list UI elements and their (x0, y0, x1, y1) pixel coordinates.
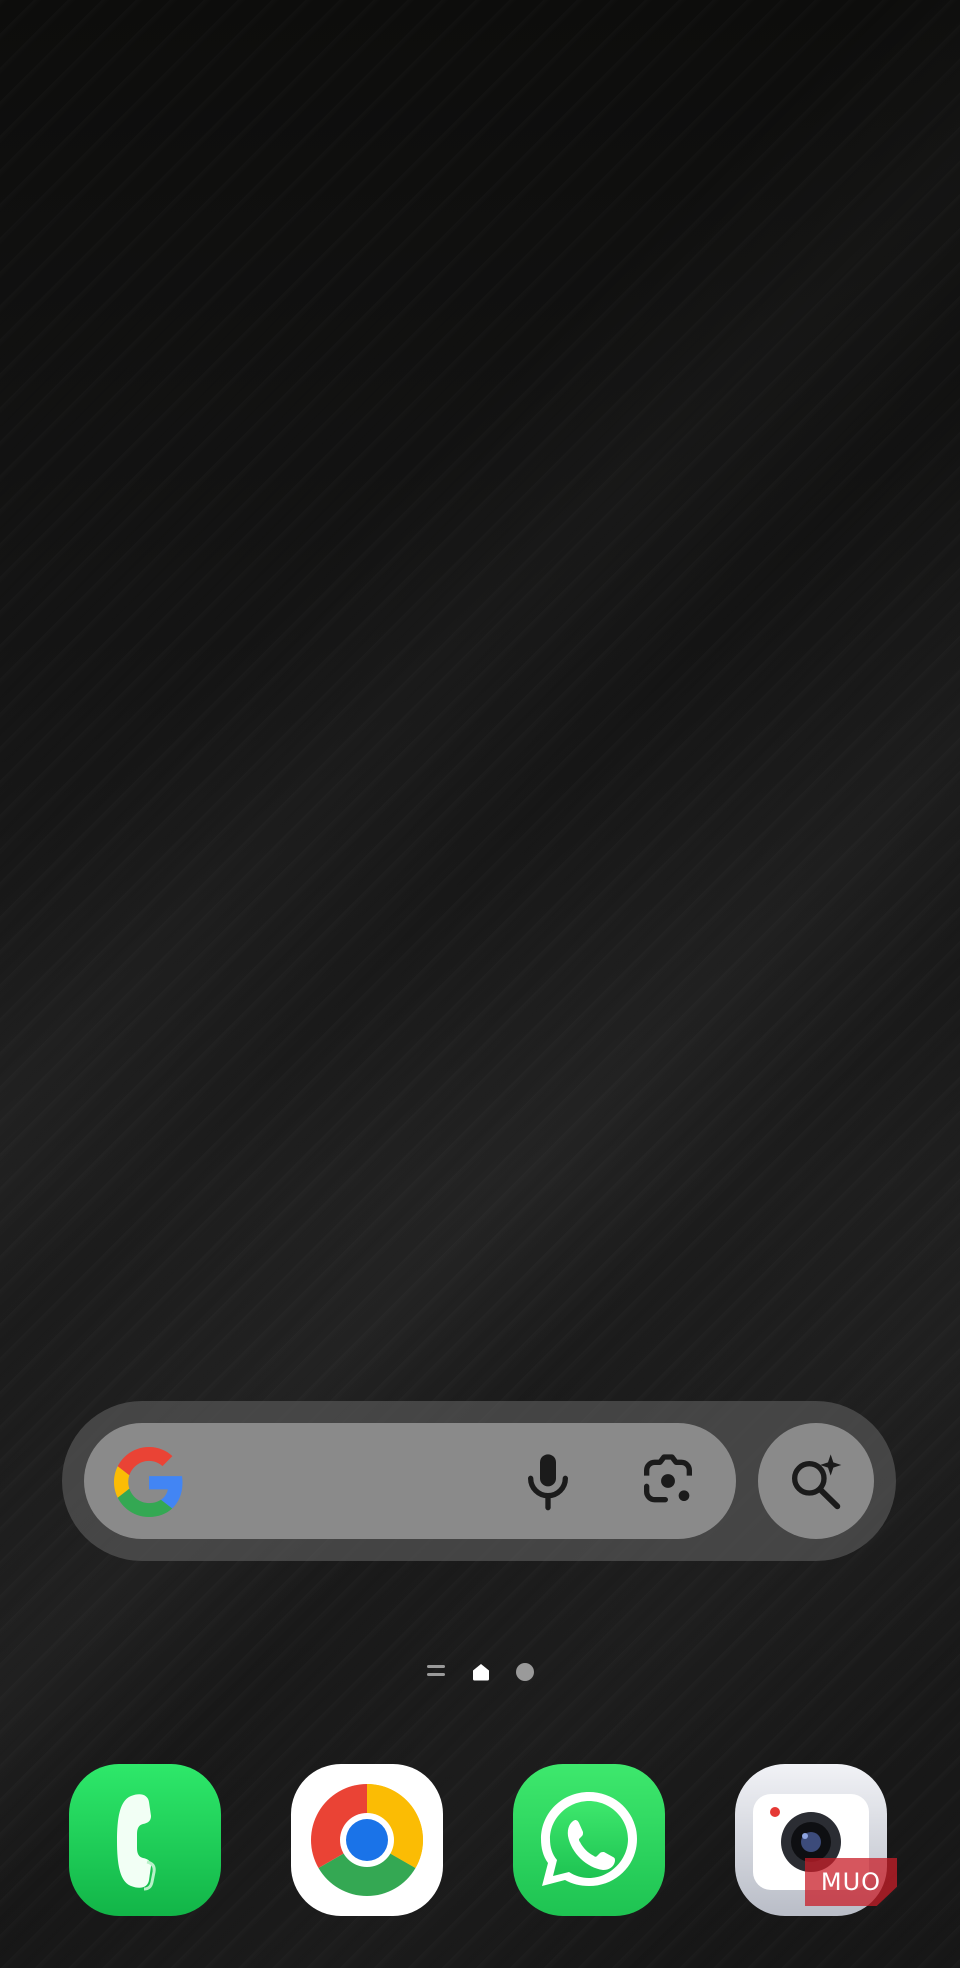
google-g-icon (114, 1447, 183, 1517)
phone-app[interactable] (69, 1764, 221, 1916)
search-bar[interactable] (84, 1423, 736, 1539)
chrome-app[interactable] (291, 1764, 443, 1916)
home-screen: MUO (0, 0, 960, 1968)
whatsapp-icon (513, 1764, 665, 1916)
page-indicator (424, 1660, 536, 1684)
whatsapp-app[interactable] (513, 1764, 665, 1916)
microphone-icon[interactable] (516, 1449, 580, 1513)
phone-icon (69, 1764, 221, 1916)
chrome-icon (291, 1764, 443, 1916)
page-dot-indicator[interactable] (516, 1663, 534, 1681)
ai-mode-button[interactable] (758, 1423, 874, 1539)
watermark-logo: MUO (805, 1858, 897, 1906)
google-lens-icon[interactable] (636, 1449, 700, 1513)
app-list-indicator[interactable] (427, 1665, 445, 1679)
google-search-widget (62, 1401, 896, 1561)
ai-search-sparkle-icon (792, 1454, 842, 1510)
home-page-indicator-icon[interactable] (470, 1661, 492, 1683)
